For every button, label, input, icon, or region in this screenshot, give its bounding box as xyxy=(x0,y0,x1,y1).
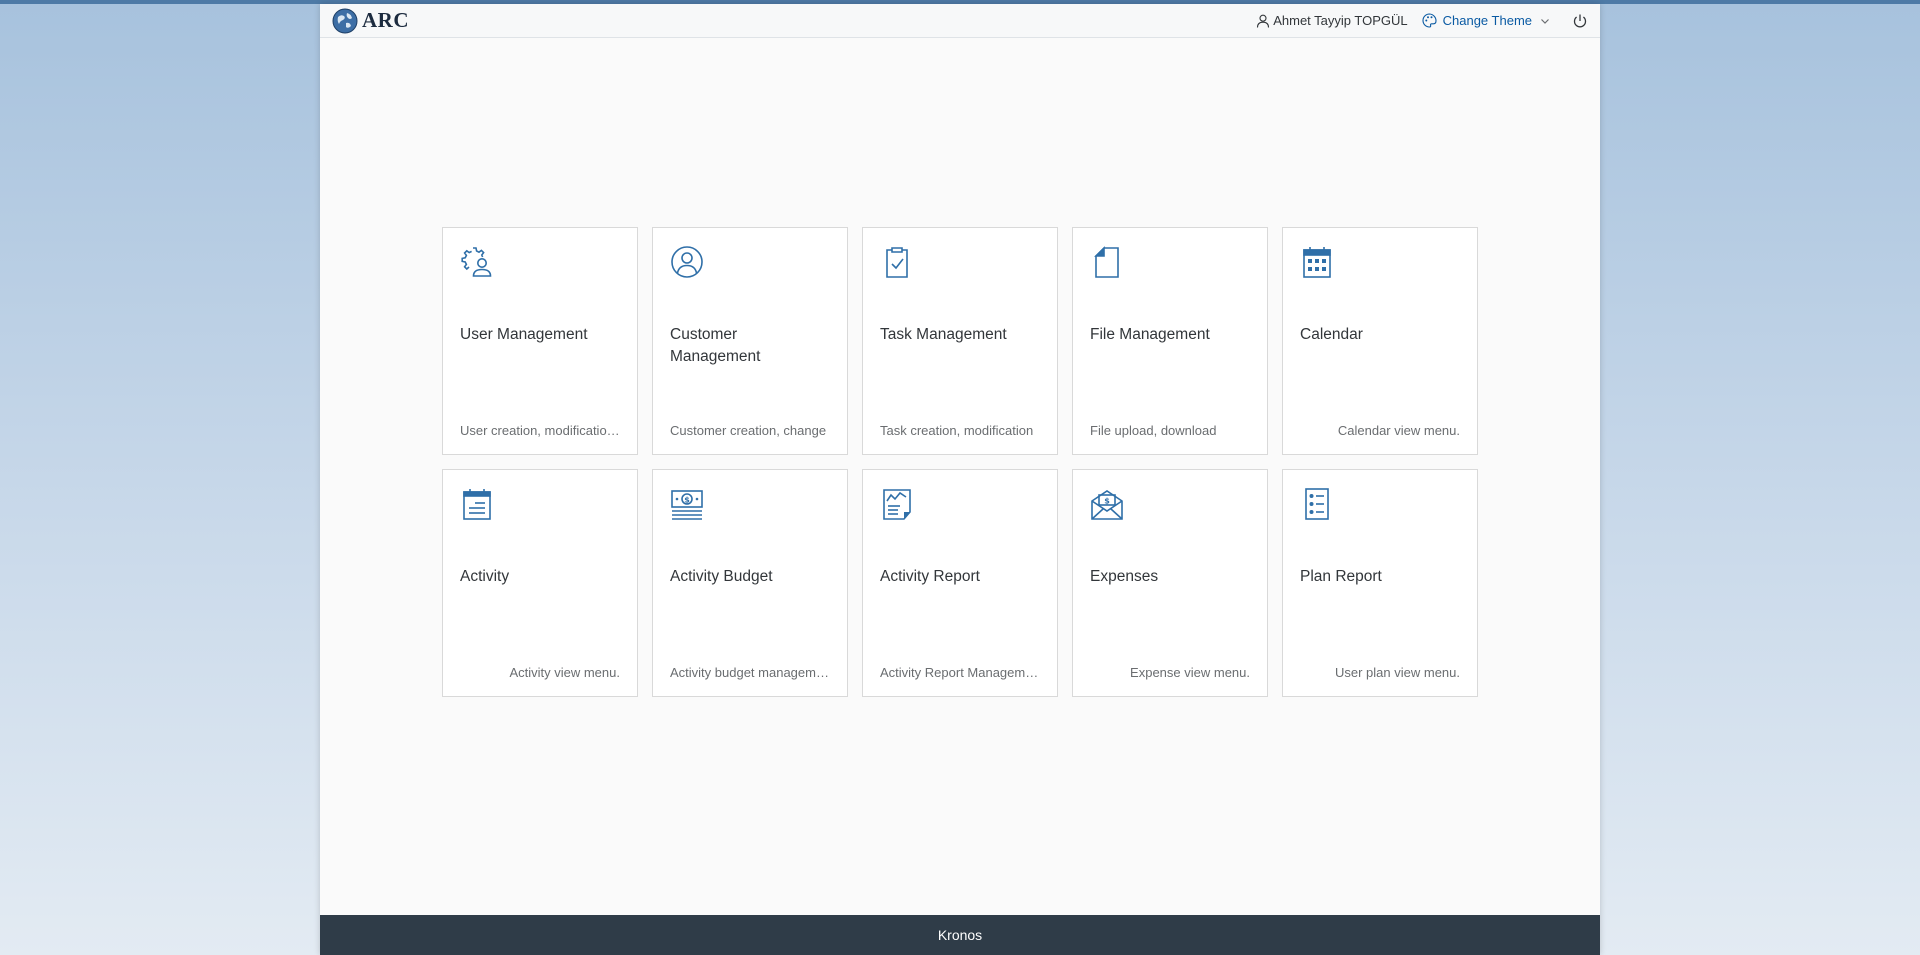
tile-title: User Management xyxy=(460,326,588,343)
tile-activity-budget[interactable]: $ Activity Budget Activity budget manage… xyxy=(652,469,848,697)
change-theme-button[interactable]: Change Theme xyxy=(1422,13,1550,28)
tile-subtitle: File upload, download xyxy=(1090,423,1217,438)
tile-expenses[interactable]: $ Expenses Expense view menu. xyxy=(1072,469,1268,697)
tile-title: Plan Report xyxy=(1300,568,1382,585)
checklist-icon xyxy=(1305,488,1329,520)
tile-subtitle: Task creation, modification xyxy=(880,423,1034,438)
task-icon xyxy=(886,247,908,278)
tile-activity-report[interactable]: Activity Report Activity Report Manageme… xyxy=(862,469,1058,697)
home-logo[interactable]: ARC xyxy=(332,8,409,34)
activity-icon xyxy=(463,489,491,520)
power-icon xyxy=(1573,14,1587,27)
tile-title: Calendar xyxy=(1300,326,1363,343)
tile-subtitle: Expense view menu. xyxy=(1130,665,1250,680)
header-actions: Ahmet Tayyip TOPGÜL Change Theme xyxy=(1256,4,1600,38)
tile-file-management[interactable]: File Management File upload, download xyxy=(1072,227,1268,455)
user-settings-icon xyxy=(461,247,492,277)
footer-text: Kronos xyxy=(937,927,983,943)
user-name: Ahmet Tayyip TOPGÜL xyxy=(1273,13,1408,28)
customer-icon xyxy=(671,246,703,278)
logo-text: ARC xyxy=(362,8,409,32)
document-icon xyxy=(1094,246,1119,278)
change-theme-label: Change Theme xyxy=(1442,13,1532,28)
tile-plan-report[interactable]: Plan Report User plan view menu. xyxy=(1282,469,1478,697)
globe-logo-icon xyxy=(332,8,358,33)
tile-subtitle: Activity budget management xyxy=(670,665,830,680)
svg-text:$: $ xyxy=(1104,497,1110,506)
chevron-down-icon xyxy=(1541,18,1549,24)
tile-customer-management[interactable]: Customer Management Customer creation, c… xyxy=(652,227,848,455)
tile-activity[interactable]: Activity Activity view menu. xyxy=(442,469,638,697)
svg-text:$: $ xyxy=(684,496,690,505)
user-icon xyxy=(1257,14,1270,28)
logout-button[interactable] xyxy=(1572,13,1588,29)
calendar-icon xyxy=(1303,247,1331,278)
tile-calendar[interactable]: Calendar Calendar view menu. xyxy=(1282,227,1478,455)
report-icon xyxy=(883,489,911,520)
tile-title: Activity xyxy=(460,568,510,585)
tile-task-management[interactable]: Task Management Task creation, modificat… xyxy=(862,227,1058,455)
tile-title: Activity Budget xyxy=(670,568,773,585)
tile-subtitle: User plan view menu. xyxy=(1335,665,1460,680)
tile-user-management[interactable]: User Management User creation, modificat… xyxy=(442,227,638,455)
money-bills-icon: $ xyxy=(671,490,703,520)
palette-icon xyxy=(1422,13,1437,28)
tile-title: Customer Management xyxy=(670,326,761,365)
tile-title: Expenses xyxy=(1090,568,1159,585)
tile-title: Task Management xyxy=(880,326,1007,343)
tile-title: File Management xyxy=(1090,326,1210,343)
tile-subtitle: Activity view menu. xyxy=(509,665,620,680)
expense-mail-icon: $ xyxy=(1091,490,1123,520)
tile-subtitle: Customer creation, change xyxy=(670,423,827,438)
tile-subtitle: Calendar view menu. xyxy=(1337,423,1460,438)
tile-subtitle: User creation, modification, deletion xyxy=(460,423,620,438)
shell-header: ARC Ahmet Tayyip TOPGÜL Change Theme xyxy=(320,4,1600,38)
app-shell: ARC Ahmet Tayyip TOPGÜL Change Theme Use… xyxy=(320,4,1600,955)
tile-subtitle: Activity Report Management xyxy=(880,665,1040,680)
tile-title: Activity Report xyxy=(880,568,980,585)
user-menu[interactable]: Ahmet Tayyip TOPGÜL xyxy=(1256,13,1408,28)
shell-footer: Kronos xyxy=(320,915,1600,955)
